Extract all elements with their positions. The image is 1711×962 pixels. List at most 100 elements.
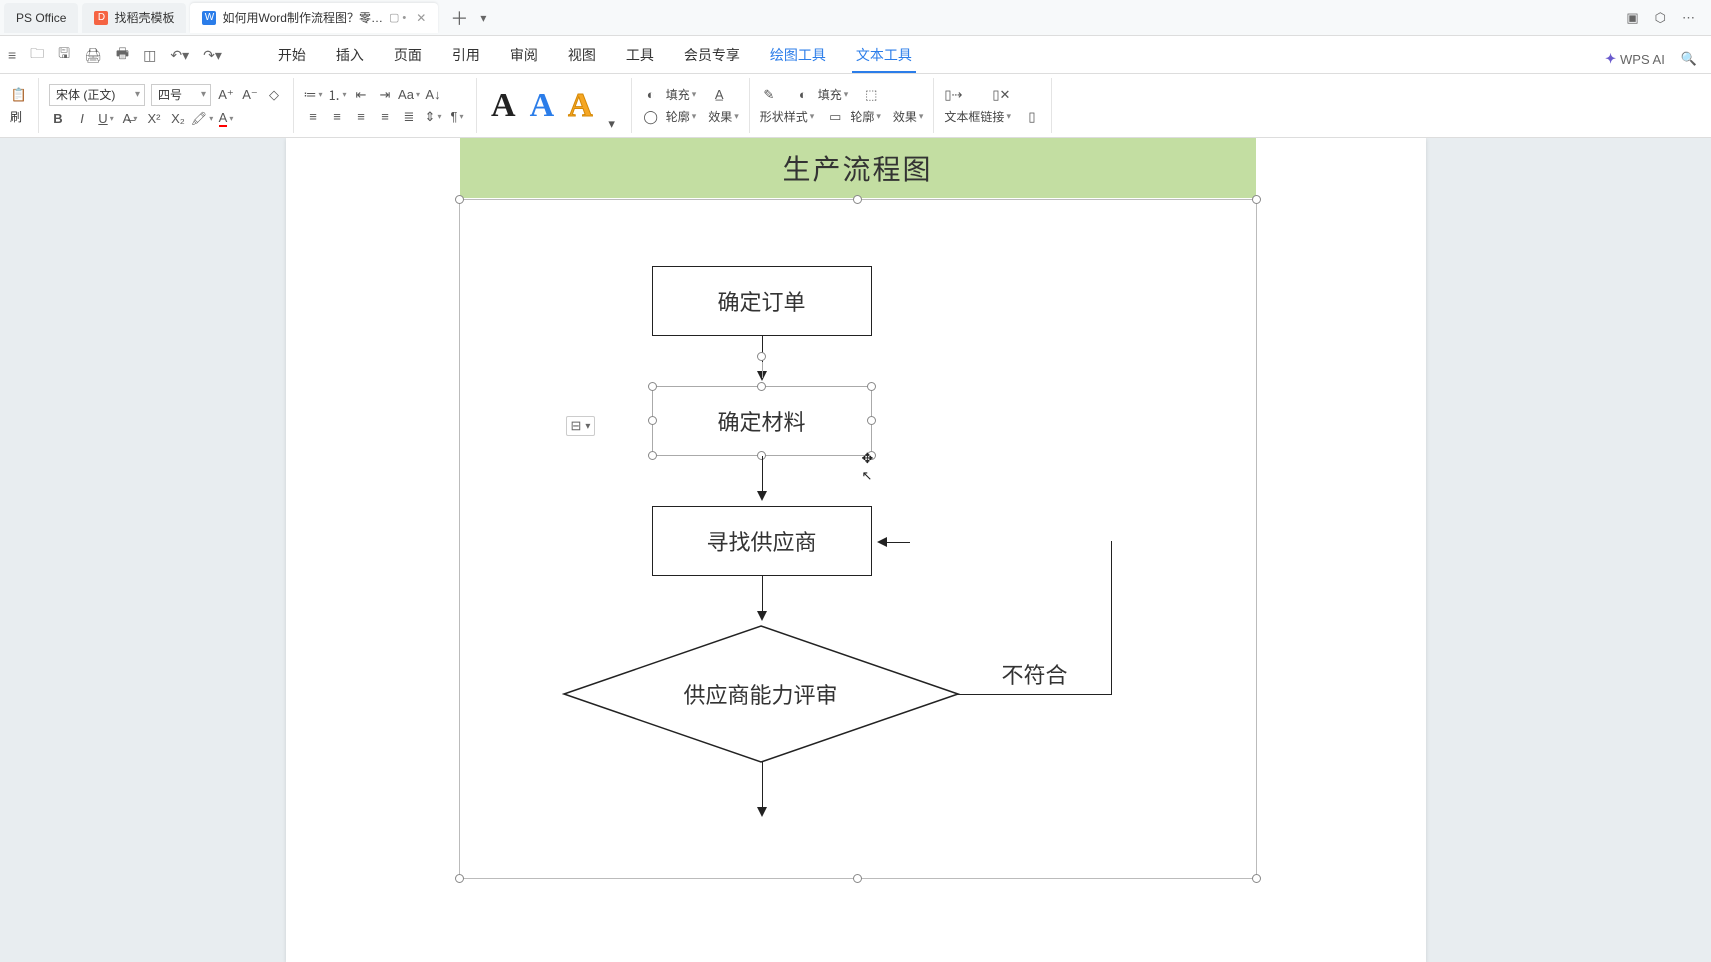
app-tab[interactable]: PS Office — [4, 3, 78, 33]
handle[interactable] — [867, 416, 876, 425]
strikethrough-icon[interactable]: A̶ — [121, 110, 139, 128]
redo-icon[interactable]: ↷▾ — [203, 47, 222, 64]
handle-br[interactable] — [1252, 874, 1261, 883]
tab-view[interactable]: 视图 — [564, 45, 600, 73]
new-tab-button[interactable]: ＋ — [450, 5, 468, 31]
textbox-link-button[interactable]: 文本框链接▾ — [944, 108, 1011, 125]
wordart-more-icon[interactable]: ▾ — [603, 115, 621, 133]
shape-3d-icon[interactable]: ⬚ — [862, 86, 880, 104]
arrow-return[interactable] — [872, 541, 910, 542]
close-icon[interactable]: ✕ — [416, 11, 426, 25]
align-right-icon[interactable]: ≡ — [352, 108, 370, 126]
layout-options-button[interactable]: ⊟ ▾ — [566, 416, 596, 436]
break-link-icon[interactable]: ▯✕ — [992, 86, 1010, 104]
arrow-3[interactable] — [762, 576, 763, 626]
flow-decision-diamond[interactable]: 供应商能力评审 — [562, 624, 960, 764]
handle[interactable] — [648, 382, 657, 391]
menu-icon[interactable]: ⋯ — [1682, 10, 1695, 26]
paste-icon[interactable]: 📋 — [10, 86, 28, 104]
handle-tr[interactable] — [1252, 195, 1261, 204]
flow-box-supplier[interactable]: 寻找供应商 — [652, 506, 872, 576]
shape-outline-button[interactable]: 轮廓▾ — [850, 108, 881, 125]
decrease-indent-icon[interactable]: ⇤ — [352, 86, 370, 104]
font-size-select[interactable]: 四号 — [151, 84, 211, 106]
clear-format-icon[interactable]: ◇ — [265, 86, 283, 104]
rotation-handle[interactable] — [757, 352, 766, 361]
search-icon[interactable]: 🔍 — [1681, 51, 1697, 67]
fill-button[interactable]: 填充▾ — [666, 86, 697, 103]
tab-reference[interactable]: 引用 — [448, 45, 484, 73]
format-brush-label[interactable]: 刷 — [10, 108, 22, 125]
subscript-icon[interactable]: X₂ — [169, 110, 187, 128]
print-icon[interactable]: 🖶 — [116, 43, 129, 67]
change-case-icon[interactable]: Aa — [400, 86, 418, 104]
flow-box-order[interactable]: 确定订单 — [652, 266, 872, 336]
handle-tl[interactable] — [455, 195, 464, 204]
shape-fill-button[interactable]: 填充▾ — [818, 86, 849, 103]
shape-style-icon[interactable]: ✎ — [760, 86, 778, 104]
handle-tm[interactable] — [853, 195, 862, 204]
hamburger-icon[interactable]: ≡ — [8, 47, 16, 63]
italic-icon[interactable]: I — [73, 110, 91, 128]
wordart-style-2[interactable]: A — [526, 87, 559, 125]
wps-ai-button[interactable]: ✦ WPS AI — [1605, 51, 1665, 67]
handle[interactable] — [867, 382, 876, 391]
highlight-icon[interactable]: 🖍 — [193, 110, 211, 128]
connector-h[interactable] — [958, 694, 1112, 695]
open-icon[interactable]: 🗀 — [30, 43, 44, 67]
shape-effect-button[interactable]: 效果▾ — [893, 108, 924, 125]
cube-icon[interactable]: ⬡ — [1655, 10, 1666, 26]
page[interactable]: 生产流程图 确定订单 确定材料 — [286, 138, 1426, 962]
effect-button[interactable]: 效果▾ — [708, 108, 739, 125]
handle-bm[interactable] — [853, 874, 862, 883]
font-name-select[interactable]: 宋体 (正文) — [49, 84, 145, 106]
unlink-icon[interactable]: ▯ — [1023, 108, 1041, 126]
align-left-icon[interactable]: ≡ — [304, 108, 322, 126]
underline-icon[interactable]: U — [97, 110, 115, 128]
paragraph-spacing-icon[interactable]: ¶ — [448, 108, 466, 126]
align-center-icon[interactable]: ≡ — [328, 108, 346, 126]
flowchart-title[interactable]: 生产流程图 — [460, 138, 1256, 198]
save-icon[interactable]: 🖫 — [58, 43, 70, 67]
wordart-style-3[interactable]: A — [564, 87, 597, 125]
workspace[interactable]: 生产流程图 确定订单 确定材料 — [0, 138, 1711, 962]
increase-indent-icon[interactable]: ⇥ — [376, 86, 394, 104]
align-justify-icon[interactable]: ≡ — [376, 108, 394, 126]
wordart-style-1[interactable]: A — [487, 87, 520, 125]
bullet-list-icon[interactable]: ≔ — [304, 86, 322, 104]
preview-icon[interactable]: ◫ — [143, 47, 156, 64]
tab-drawing-tools[interactable]: 绘图工具 — [766, 45, 830, 73]
tab-text-tools[interactable]: 文本工具 — [852, 45, 916, 73]
tab-templates[interactable]: D 找稻壳模板 — [82, 3, 186, 33]
flow-box-material-selected[interactable]: 确定材料 — [652, 386, 872, 456]
undo-icon[interactable]: ↶▾ — [170, 47, 189, 64]
arrow-2[interactable] — [762, 456, 763, 506]
tab-tools[interactable]: 工具 — [622, 45, 658, 73]
export-icon[interactable]: 🖨 — [84, 47, 102, 64]
tab-document[interactable]: W 如何用Word制作流程图？零… ▢ • ✕ — [190, 3, 438, 33]
tab-home[interactable]: 开始 — [274, 45, 310, 73]
number-list-icon[interactable]: ⒈ — [328, 86, 346, 104]
bold-icon[interactable]: B — [49, 110, 67, 128]
superscript-icon[interactable]: X² — [145, 110, 163, 128]
sort-icon[interactable]: A↓ — [424, 86, 442, 104]
tab-insert[interactable]: 插入 — [332, 45, 368, 73]
distribute-icon[interactable]: ≣ — [400, 108, 418, 126]
tab-member[interactable]: 会员专享 — [680, 45, 744, 73]
shape-style-button[interactable]: 形状样式▾ — [760, 108, 815, 125]
handle[interactable] — [648, 416, 657, 425]
handle[interactable] — [757, 382, 766, 391]
layout-icon[interactable]: ▣ — [1626, 10, 1638, 26]
handle-bl[interactable] — [455, 874, 464, 883]
outline-button[interactable]: 轮廓▾ — [666, 108, 697, 125]
handle[interactable] — [867, 451, 876, 460]
handle[interactable] — [648, 451, 657, 460]
increase-font-icon[interactable]: A⁺ — [217, 86, 235, 104]
font-color-icon[interactable]: A — [217, 110, 235, 128]
tab-page[interactable]: 页面 — [390, 45, 426, 73]
text-format-icon[interactable]: A̲ — [710, 86, 728, 104]
line-spacing-icon[interactable]: ⇕ — [424, 108, 442, 126]
textbox-link-icon[interactable]: ▯⇢ — [944, 86, 962, 104]
tab-review[interactable]: 审阅 — [506, 45, 542, 73]
tab-dropdown[interactable]: ▾ — [480, 11, 486, 25]
